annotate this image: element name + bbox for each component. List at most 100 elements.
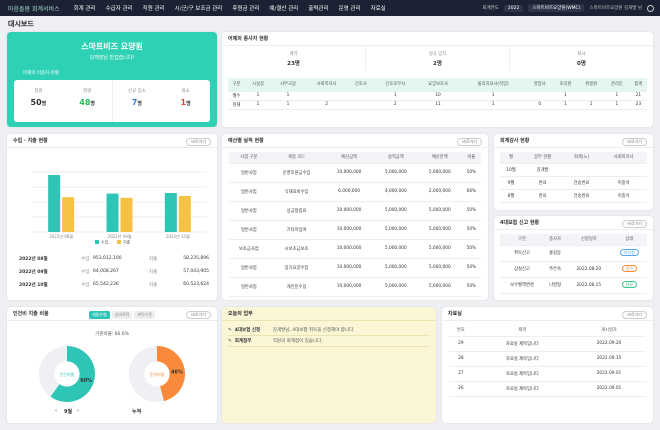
table-cell: 1: [552, 91, 579, 101]
prev-month-arrow-icon[interactable]: ‹: [55, 408, 57, 414]
table-cell: 5,000,000: [373, 220, 418, 240]
finance-more-button[interactable]: 바로가기: [186, 138, 211, 146]
ratio-tab-2[interactable]: 위탁기준: [134, 311, 156, 319]
table-cell: 2,000,000: [417, 182, 462, 202]
ratio-tab-1[interactable]: 성과목적: [111, 311, 133, 319]
finance-month: 2022년 08월: [19, 256, 48, 262]
audit-more-button[interactable]: 바로가기: [622, 138, 647, 146]
table-row[interactable]: 상실신고 주은숙 2022.08.20 접수: [500, 261, 647, 278]
brand-logo[interactable]: 마음돌봄 회계서비스: [8, 4, 60, 13]
income-value: 65,542,236: [93, 282, 119, 287]
table-cell: 2022.08.15: [566, 277, 612, 294]
table-row[interactable]: 9월 완료 전송완료 이중석: [500, 176, 647, 190]
table-cell: 시보조금보조: [268, 239, 325, 259]
insurance-more-button[interactable]: 바로가기: [622, 220, 647, 228]
table-cell: 월수: [228, 91, 246, 101]
table-cell: 10: [416, 91, 460, 101]
bar-지출[interactable]: [62, 197, 75, 232]
table-row[interactable]: 일반사업 식재료비수입 6,000,000 4,000,000 2,000,000 66%: [229, 182, 481, 202]
fiscal-year-select[interactable]: 2022: [503, 4, 524, 12]
table-cell: 2022.08.20: [566, 261, 612, 278]
task-item[interactable]: ✎ 4대보험 신청 김개발님, 4대보험 취득을 신청해야 합니다.: [228, 325, 430, 336]
table-row[interactable]: 보조금사업 시보조금보조 10,000,000 5,000,000 5,000,000 5…: [229, 239, 481, 259]
table-row[interactable]: 26 자료실 제목입니다 2022.09.01: [449, 381, 646, 397]
menu-item-0[interactable]: 회계 관리: [74, 4, 96, 12]
table-cell: 10,000,000: [324, 258, 374, 278]
table-cell: [348, 91, 374, 101]
staff-card-title: 어제의 종사자 현황: [222, 32, 653, 46]
table-cell: 현재: [228, 100, 246, 110]
menu-item-4[interactable]: 후원금 관리: [232, 4, 259, 12]
x-tick-label: 2022년 10월: [166, 233, 190, 239]
expense-label: 지출: [149, 282, 158, 288]
column-header: 사무국장: [270, 78, 306, 92]
table-cell: 10,000,000: [324, 201, 374, 221]
table-row[interactable]: 월수 1 1 1 10 1 1 1 21: [228, 91, 647, 101]
table-row[interactable]: 8월 완료 전송완료 이중석: [500, 189, 647, 203]
column-header: 사회복지사: [600, 152, 647, 164]
budget-card: 예산별 실적 현황 바로가기 사업 구분 계정 코드 예산금액 실적금액 예산잔액 비율 일반…: [222, 134, 488, 300]
status-badge: 미신청: [619, 249, 639, 256]
table-row[interactable]: 일반사업 운영후원금수입 10,000,000 5,000,000 5,000,000 5…: [229, 163, 481, 183]
finance-row: 2022년 09월 수입 64,008,267 지출 57,043,905: [19, 265, 209, 278]
income-label: 수입: [81, 269, 90, 275]
column-header: 게시일자: [571, 325, 646, 337]
table-cell: 식재료비수입: [268, 182, 325, 202]
bar-수입[interactable]: [106, 193, 119, 232]
menu-item-7[interactable]: 운영 관리: [339, 4, 361, 12]
table-row[interactable]: 일반사업 상금정립료 10,000,000 5,000,000 5,000,000 50%: [229, 201, 481, 221]
budget-more-button[interactable]: 바로가기: [457, 138, 482, 146]
ratio-more-button[interactable]: 바로가기: [186, 311, 211, 319]
table-row[interactable]: 10월 김개발: [500, 163, 647, 177]
table-cell: 5,000,000: [417, 277, 462, 297]
table-row[interactable]: 일반사업 개인분수입 10,000,000 5,000,000 5,000,000 50%: [229, 277, 481, 297]
power-icon[interactable]: [647, 4, 654, 12]
table-row[interactable]: 보수월액변경 나영형 2022.08.15 완료: [500, 277, 647, 294]
bar-수입[interactable]: [164, 193, 177, 232]
organization-select[interactable]: 스마트비즈요양원(WMC): [528, 4, 585, 12]
column-header: 예산금액: [324, 152, 374, 164]
menu-item-5[interactable]: 예/결산 관리: [269, 4, 298, 12]
income-label: 수입: [81, 282, 90, 288]
table-row[interactable]: 취득신고 홍길동 미신청: [500, 245, 647, 262]
next-month-arrow-icon[interactable]: ›: [77, 408, 79, 414]
ratio-tabs: 재원유형 성과목적 위탁기준: [89, 311, 156, 319]
library-more-button[interactable]: 바로가기: [622, 311, 647, 319]
finance-row: 2022년 08월 수입 953,012,100 지출 58,235,896: [19, 252, 209, 265]
bar-지출[interactable]: [178, 196, 191, 232]
table-cell: 10,000,000: [324, 239, 374, 259]
finance-month: 2022년 09월: [19, 269, 48, 275]
table-row[interactable]: 28 자료실 제목입니다 2022.09.15: [449, 351, 646, 367]
menu-item-1[interactable]: 수급자 관리: [106, 4, 133, 12]
table-cell: 10,000,000: [324, 163, 374, 183]
base-ratio-text: 기준비율: 66.6%: [95, 332, 129, 337]
menu-item-3[interactable]: 시/군/구 보조금 관리: [175, 4, 223, 12]
menu-item-8[interactable]: 자료실: [371, 4, 386, 12]
table-cell: 홍길동: [544, 245, 566, 262]
user-name[interactable]: 스마트비즈요양원 김개발 님: [589, 5, 642, 11]
month-label: 9월: [64, 409, 73, 415]
table-cell: 접수: [611, 261, 647, 278]
budget-table: 사업 구분 계정 코드 예산금액 실적금액 예산잔액 비율 일반사업 운영후원금수입 10,00…: [229, 152, 481, 297]
table-row[interactable]: 일반사업 장기요양수입 10,000,000 5,000,000 5,000,000 50…: [229, 258, 481, 278]
task-item[interactable]: ✎ 회계점무 직원의 회계점이 있습니다.: [228, 336, 430, 347]
table-cell: 21: [629, 91, 647, 101]
table-row[interactable]: 27 자료실 제목입니다 2022.09.01: [449, 366, 646, 382]
table-cell: 일반사업: [229, 201, 269, 221]
bar-수입[interactable]: [48, 175, 61, 232]
table-cell: 자료실 제목입니다: [472, 336, 572, 352]
ratio-tab-0[interactable]: 재원유형: [89, 311, 110, 319]
table-row[interactable]: 현재 1 1 2 2 11 1 0 1 1 1 23: [228, 100, 647, 110]
menu-item-2[interactable]: 직원 관리: [143, 4, 165, 12]
summary-label: 정규 임직: [428, 52, 447, 57]
table-cell: [305, 91, 349, 101]
menu-item-6[interactable]: 출력관리: [308, 4, 328, 12]
table-cell: 완료: [522, 189, 563, 203]
stat-3: 퇴소 1명: [161, 80, 210, 122]
table-cell: 6,000,000: [324, 182, 374, 202]
bar-지출[interactable]: [120, 197, 133, 232]
legend-swatch: [117, 240, 121, 244]
table-row[interactable]: 일반사업 기타이입여 10,000,000 5,000,000 5,000,000 50%: [229, 220, 481, 240]
table-row[interactable]: 29 자료실 제목입니다 2022.09.20: [449, 336, 646, 352]
welcome-card: 스마트비즈 요양원 김개발님 반갑습니다! 어제의 이용자 현황 정원 50명 현원…: [7, 32, 217, 127]
